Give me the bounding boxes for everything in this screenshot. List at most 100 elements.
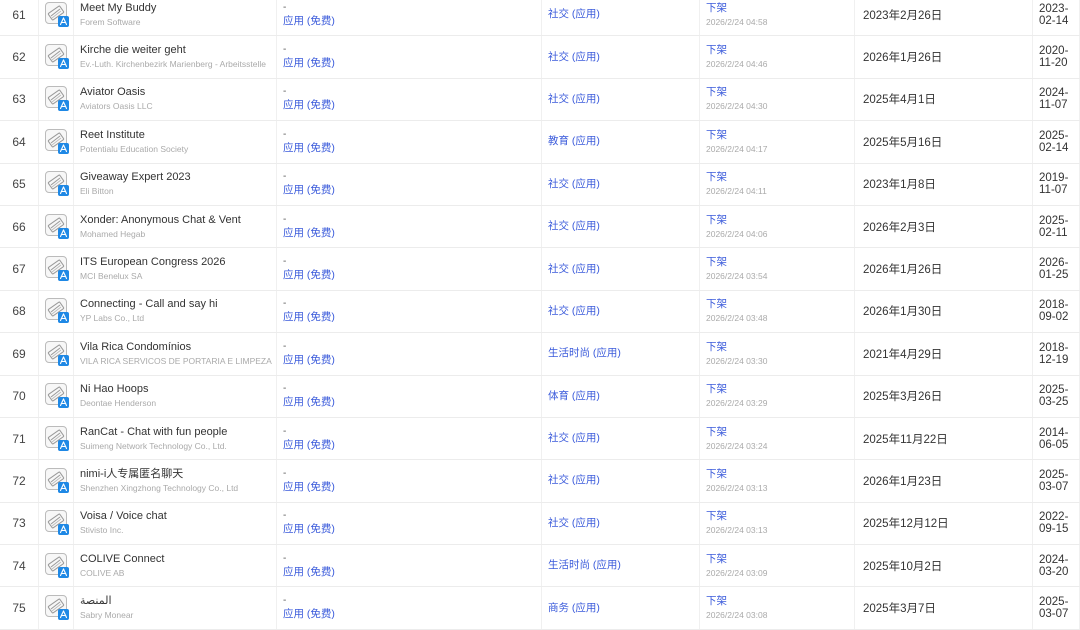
status-label[interactable]: 下架	[706, 382, 854, 396]
price-cell: - 应用 (免费)	[276, 205, 542, 249]
rank-cell: 66	[0, 205, 39, 249]
price-type-link[interactable]: 应用 (免费)	[283, 607, 541, 622]
status-label[interactable]: 下架	[706, 128, 854, 142]
app-name-link[interactable]: Vila Rica Condomínios	[80, 340, 276, 354]
table-body: 61 Meet My Buddy Forem Software - 应用 (免费…	[0, 0, 1080, 630]
category-link[interactable]: 社交 (应用)	[548, 304, 699, 319]
category-link[interactable]: 商务 (应用)	[548, 601, 699, 616]
last-update-cell: 2025年4月1日	[854, 78, 1033, 122]
category-link[interactable]: 社交 (应用)	[548, 219, 699, 234]
table-row[interactable]: 74 COLIVE Connect COLIVE AB - 应用 (免费) 生活…	[0, 544, 1080, 588]
app-store-icon	[58, 312, 69, 324]
status-label[interactable]: 下架	[706, 213, 854, 227]
app-store-icon	[58, 354, 69, 366]
table-row[interactable]: 73 Voisa / Voice chat Stivisto Inc. - 应用…	[0, 502, 1080, 546]
developer-name: YP Labs Co., Ltd	[80, 313, 145, 324]
table-row[interactable]: 62 Kirche die weiter geht Ev.-Luth. Kirc…	[0, 35, 1080, 79]
app-name-link[interactable]: Reet Institute	[80, 128, 276, 142]
app-store-icon	[58, 524, 69, 536]
category-cell: 社交 (应用)	[541, 290, 700, 334]
table-row[interactable]: 66 Xonder: Anonymous Chat & Vent Mohamed…	[0, 205, 1080, 249]
category-link[interactable]: 生活时尚 (应用)	[548, 558, 699, 573]
category-link[interactable]: 社交 (应用)	[548, 50, 699, 65]
status-label[interactable]: 下架	[706, 85, 854, 99]
price-type-link[interactable]: 应用 (免费)	[283, 438, 541, 453]
table-row[interactable]: 68 Connecting - Call and say hi YP Labs …	[0, 290, 1080, 334]
category-link[interactable]: 体育 (应用)	[548, 389, 699, 404]
category-cell: 教育 (应用)	[541, 120, 700, 164]
status-label[interactable]: 下架	[706, 340, 854, 354]
table-row[interactable]: 63 Aviator Oasis Aviators Oasis LLC - 应用…	[0, 78, 1080, 122]
app-name-link[interactable]: Voisa / Voice chat	[80, 509, 276, 523]
developer-name: Aviators Oasis LLC	[80, 101, 153, 112]
rank-cell: 63	[0, 78, 39, 122]
category-link[interactable]: 生活时尚 (应用)	[548, 346, 699, 361]
category-link[interactable]: 教育 (应用)	[548, 134, 699, 149]
price-type-link[interactable]: 应用 (免费)	[283, 353, 541, 368]
category-link[interactable]: 社交 (应用)	[548, 177, 699, 192]
app-info-cell: Ni Hao Hoops Deontae Henderson	[73, 375, 277, 418]
price-type-link[interactable]: 应用 (免费)	[283, 226, 541, 241]
price-dash: -	[283, 383, 287, 395]
app-name-link[interactable]: nimi-i人专属匿名聊天	[80, 467, 276, 481]
price-type-link[interactable]: 应用 (免费)	[283, 183, 541, 198]
status-label[interactable]: 下架	[706, 1, 854, 15]
app-name-link[interactable]: Xonder: Anonymous Chat & Vent	[80, 213, 276, 227]
price-type-link[interactable]: 应用 (免费)	[283, 141, 541, 156]
last-update-cell: 2025年5月16日	[854, 120, 1033, 164]
app-name-link[interactable]: RanCat - Chat with fun people	[80, 425, 276, 439]
table-row[interactable]: 71 RanCat - Chat with fun people Suimeng…	[0, 417, 1080, 461]
table-row[interactable]: 67 ITS European Congress 2026 MCI Benelu…	[0, 247, 1080, 291]
category-link[interactable]: 社交 (应用)	[548, 431, 699, 446]
category-link[interactable]: 社交 (应用)	[548, 516, 699, 531]
app-name-link[interactable]: Giveaway Expert 2023	[80, 170, 276, 184]
table-row[interactable]: 69 Vila Rica Condomínios VILA RICA SERVI…	[0, 332, 1080, 376]
app-name-link[interactable]: Meet My Buddy	[80, 1, 276, 15]
status-cell: 下架 2026/2/24 03:29	[699, 375, 855, 418]
status-label[interactable]: 下架	[706, 255, 854, 269]
status-time: 2026/2/24 04:58	[706, 16, 768, 27]
price-type-link[interactable]: 应用 (免费)	[283, 268, 541, 283]
app-name-link[interactable]: Connecting - Call and say hi	[80, 297, 276, 311]
price-type-link[interactable]: 应用 (免费)	[283, 310, 541, 325]
table-row[interactable]: 65 Giveaway Expert 2023 Eli Bitton - 应用 …	[0, 163, 1080, 206]
price-type-link[interactable]: 应用 (免费)	[283, 56, 541, 71]
status-label[interactable]: 下架	[706, 170, 854, 184]
price-type-link[interactable]: 应用 (免费)	[283, 14, 541, 29]
table-row[interactable]: 70 Ni Hao Hoops Deontae Henderson - 应用 (…	[0, 375, 1080, 418]
table-row[interactable]: 72 nimi-i人专属匿名聊天 Shenzhen Xingzhong Tech…	[0, 459, 1080, 503]
app-name-link[interactable]: Kirche die weiter geht	[80, 43, 276, 57]
developer-name: COLIVE AB	[80, 567, 125, 578]
table-row[interactable]: 75 المنصة Sabry Monear - 应用 (免费) 商务 (应用)…	[0, 586, 1080, 630]
status-label[interactable]: 下架	[706, 594, 854, 608]
app-name-link[interactable]: Aviator Oasis	[80, 85, 276, 99]
status-label[interactable]: 下架	[706, 297, 854, 311]
app-name-link[interactable]: Ni Hao Hoops	[80, 382, 276, 396]
category-link[interactable]: 社交 (应用)	[548, 262, 699, 277]
table-row[interactable]: 61 Meet My Buddy Forem Software - 应用 (免费…	[0, 0, 1080, 37]
status-label[interactable]: 下架	[706, 467, 854, 481]
price-type-link[interactable]: 应用 (免费)	[283, 98, 541, 113]
release-date-cell: 2025-03-07	[1032, 586, 1080, 630]
last-update-cell: 2026年1月26日	[854, 247, 1033, 291]
app-store-icon	[58, 270, 69, 282]
category-link[interactable]: 社交 (应用)	[548, 7, 699, 22]
status-label[interactable]: 下架	[706, 509, 854, 523]
status-label[interactable]: 下架	[706, 425, 854, 439]
table-row[interactable]: 64 Reet Institute Potentialu Education S…	[0, 120, 1080, 164]
price-type-link[interactable]: 应用 (免费)	[283, 522, 541, 537]
price-dash: -	[283, 86, 287, 98]
price-dash: -	[283, 467, 287, 479]
category-link[interactable]: 社交 (应用)	[548, 473, 699, 488]
price-cell: - 应用 (免费)	[276, 163, 542, 206]
price-type-link[interactable]: 应用 (免费)	[283, 480, 541, 495]
status-label[interactable]: 下架	[706, 43, 854, 57]
app-name-link[interactable]: ITS European Congress 2026	[80, 255, 276, 269]
price-type-link[interactable]: 应用 (免费)	[283, 565, 541, 580]
last-update-date: 2025年3月7日	[863, 603, 936, 616]
status-label[interactable]: 下架	[706, 552, 854, 566]
app-name-link[interactable]: COLIVE Connect	[80, 552, 276, 566]
category-link[interactable]: 社交 (应用)	[548, 92, 699, 107]
price-type-link[interactable]: 应用 (免费)	[283, 395, 541, 410]
app-name-link[interactable]: المنصة	[80, 594, 276, 608]
